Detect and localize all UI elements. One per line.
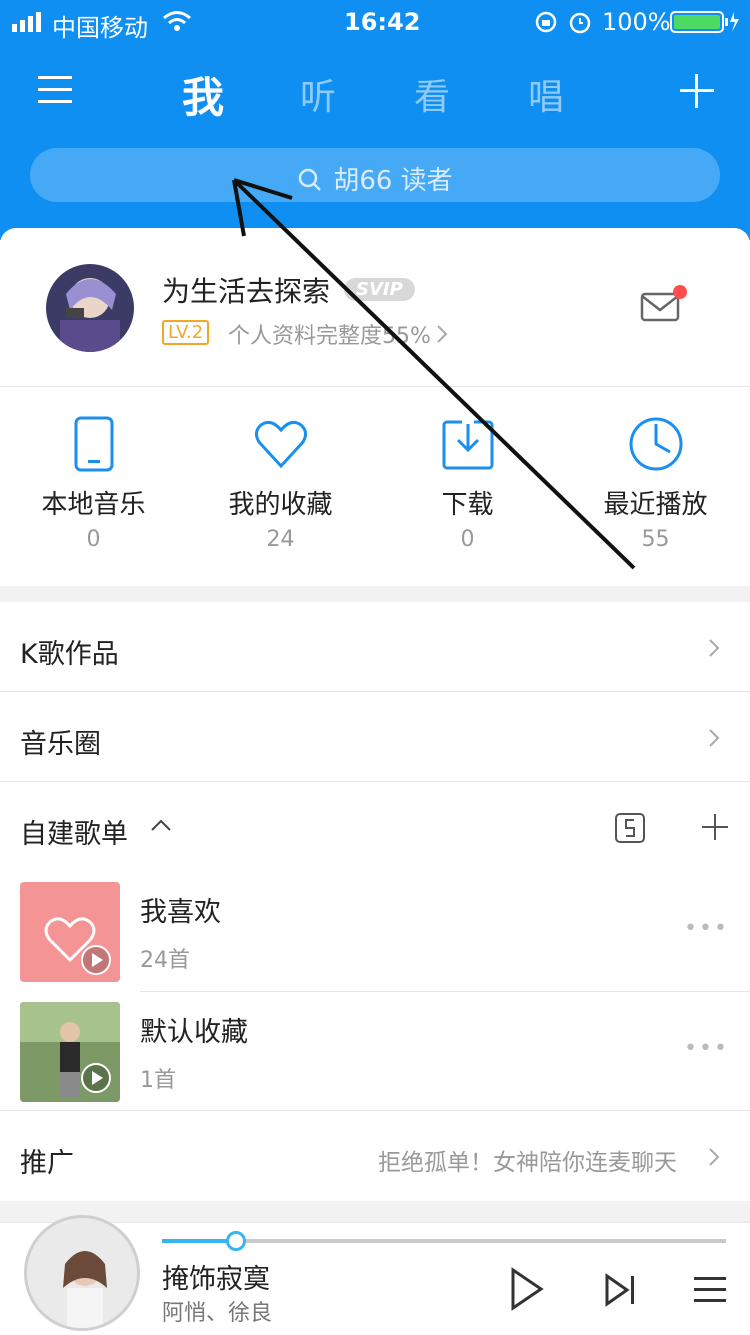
chevron-right-icon [436, 324, 448, 348]
clock-icon [629, 417, 682, 471]
mail-icon[interactable] [640, 284, 690, 328]
carrier-name: 中国移动 [52, 14, 148, 42]
favorites-entry[interactable]: 我的收藏 24 [187, 416, 374, 552]
more-icon[interactable]: ••• [684, 916, 729, 941]
alarm-icon [568, 10, 592, 38]
battery-percent: 100% [602, 8, 671, 36]
rotation-lock-icon [534, 10, 558, 38]
import-playlist-icon[interactable] [614, 812, 646, 844]
play-icon[interactable] [510, 1267, 544, 1311]
music-circle-row[interactable]: 音乐圈 [0, 692, 750, 782]
profile-completion-link[interactable]: 个人资料完整度55% [228, 318, 431, 350]
more-icon[interactable]: ••• [684, 1036, 729, 1061]
search-icon [299, 168, 322, 191]
chevron-right-icon [709, 1148, 720, 1166]
progress-handle[interactable] [226, 1231, 246, 1251]
local-music-entry[interactable]: 本地音乐 0 [0, 416, 187, 552]
recent-play-entry[interactable]: 最近播放 55 [562, 416, 749, 552]
chevron-up-icon[interactable] [150, 818, 172, 832]
menu-icon[interactable] [38, 74, 72, 108]
phone-icon [74, 416, 113, 472]
wifi-icon [162, 10, 192, 36]
playlist-queue-icon[interactable] [694, 1275, 726, 1305]
download-entry[interactable]: 下载 0 [374, 416, 561, 552]
search-bar[interactable]: 胡66 读者 [30, 148, 720, 202]
album-art[interactable] [24, 1215, 140, 1331]
promotion-row[interactable]: 推广 拒绝孤单！女神陪你连麦聊天 [0, 1111, 750, 1201]
playlist-item[interactable]: 我喜欢 24首 ••• [0, 882, 750, 990]
playlists-section: 自建歌单 我喜欢 24首 ••• 默认收藏 1首 ••• [0, 782, 750, 1110]
divider [140, 991, 750, 992]
svip-badge: SVIP [344, 278, 415, 301]
battery-icon [670, 10, 740, 38]
chevron-right-icon [709, 639, 720, 657]
chevron-right-icon [709, 729, 720, 747]
search-placeholder: 胡66 读者 [333, 166, 453, 196]
avatar[interactable] [46, 264, 134, 352]
karaoke-works-row[interactable]: K歌作品 [0, 602, 750, 692]
signal-icon [12, 12, 48, 36]
progress-bar[interactable] [162, 1231, 726, 1251]
tab-watch[interactable]: 看 [414, 68, 450, 120]
tab-me[interactable]: 我 [182, 64, 224, 125]
song-title: 掩饰寂寞 [162, 1264, 270, 1295]
playlist-cover [20, 1002, 120, 1102]
download-icon [442, 416, 493, 470]
user-name[interactable]: 为生活去探索 [162, 270, 330, 310]
playlist-cover [20, 882, 120, 982]
song-artist: 阿悄、徐良 [162, 1301, 273, 1326]
app-header: 中国移动 16:42 100% 我 听 看 唱 胡66 读者 [0, 0, 750, 240]
playlists-header: 自建歌单 [20, 819, 128, 850]
status-time: 16:42 [344, 8, 421, 36]
level-badge: LV.2 [162, 320, 210, 345]
divider [0, 386, 750, 387]
profile-card: 为生活去探索 SVIP LV.2 个人资料完整度55% 本地音乐 0 我的收藏 … [0, 228, 750, 586]
tab-sing[interactable]: 唱 [528, 68, 564, 120]
promotion-text: 拒绝孤单！女神陪你连麦聊天 [378, 1150, 677, 1176]
next-icon[interactable] [604, 1273, 638, 1307]
add-icon[interactable] [680, 74, 714, 112]
heart-icon [254, 420, 307, 469]
add-playlist-icon[interactable] [702, 814, 728, 840]
tab-listen[interactable]: 听 [300, 68, 336, 120]
playlist-item[interactable]: 默认收藏 1首 ••• [0, 1002, 750, 1110]
mini-player[interactable]: 掩饰寂寞 阿悄、徐良 [0, 1215, 750, 1335]
